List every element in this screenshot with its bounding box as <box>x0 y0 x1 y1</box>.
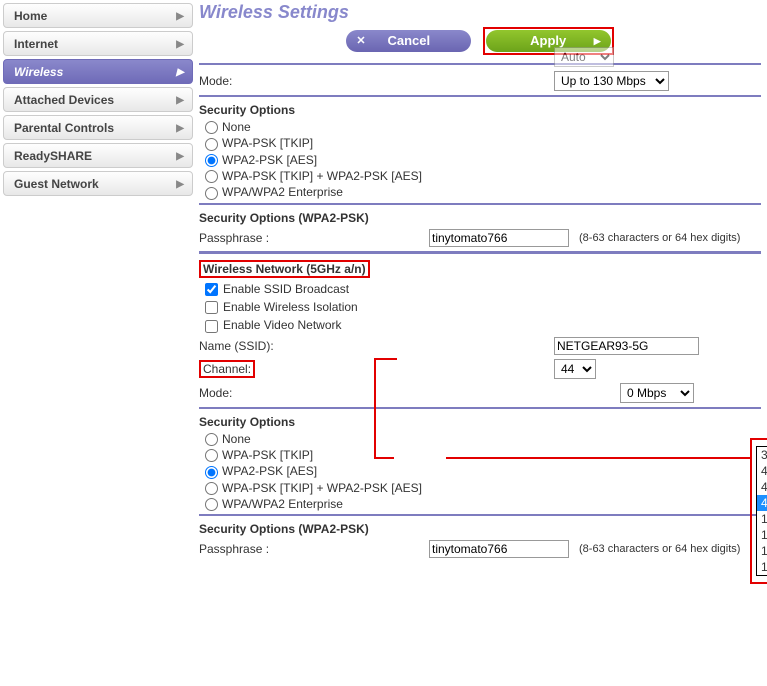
channel-option[interactable]: 40 <box>757 463 767 479</box>
pass-label-5: Passphrase : <box>199 542 429 556</box>
sec24-none-radio[interactable] <box>205 121 218 134</box>
chevron-right-icon: ▶ <box>176 88 184 113</box>
sec24-wpa2-aes-label: WPA2-PSK [AES] <box>222 153 317 167</box>
sec5-wpa-tkip-radio[interactable] <box>205 449 218 462</box>
sec5-mixed-radio[interactable] <box>205 482 218 495</box>
channel-label-5: Channel: <box>199 360 255 378</box>
sec5-wpa-tkip-label: WPA-PSK [TKIP] <box>222 448 313 462</box>
band5-heading: Wireless Network (5GHz a/n) <box>199 260 370 278</box>
divider <box>199 95 761 97</box>
ssid-broadcast-label: Enable SSID Broadcast <box>223 282 349 296</box>
nav-label: Attached Devices <box>14 93 114 107</box>
pass-hint-24: (8-63 characters or 64 hex digits) <box>579 232 740 244</box>
divider <box>199 514 761 516</box>
channel-select-24[interactable]: Auto <box>554 47 614 67</box>
nav-parental-controls[interactable]: Parental Controls ▶ <box>3 115 193 140</box>
divider <box>199 251 761 254</box>
sec24-wpa-tkip-radio[interactable] <box>205 138 218 151</box>
sidebar: Home ▶ Internet ▶ Wireless ▶ Attached Devic… <box>0 0 193 686</box>
pass-hint-5: (8-63 characters or 64 hex digits) <box>579 543 740 555</box>
wpa2-heading-24: Security Options (WPA2-PSK) <box>199 207 761 227</box>
sec5-none-label: None <box>222 432 251 446</box>
chevron-right-icon: ▶ <box>176 116 184 141</box>
isolation-cb[interactable] <box>205 301 218 314</box>
channel-option[interactable]: 161 <box>757 559 767 575</box>
nav-label: Internet <box>14 37 58 51</box>
nav-attached-devices[interactable]: Attached Devices ▶ <box>3 87 193 112</box>
channel-option[interactable]: 48 <box>757 495 767 511</box>
main-content: Wireless Settings ✕Cancel Apply▶ Auto Mo… <box>193 0 767 686</box>
nav-label: Wireless <box>14 65 63 79</box>
divider <box>199 407 761 409</box>
band5-heading-wrap: Wireless Network (5GHz a/n) <box>199 256 761 280</box>
ssid-broadcast-cb[interactable] <box>205 283 218 296</box>
nav-label: Home <box>14 9 47 23</box>
sec24-none-label: None <box>222 120 251 134</box>
wpa2-heading-5: Security Options (WPA2-PSK) <box>199 518 761 538</box>
nav-home[interactable]: Home ▶ <box>3 3 193 28</box>
security-heading-5: Security Options <box>199 411 761 431</box>
chevron-right-icon: ▶ <box>176 172 184 197</box>
security-heading-24: Security Options <box>199 99 761 119</box>
sec5-wpa2-aes-radio[interactable] <box>205 466 218 479</box>
video-network-label: Enable Video Network <box>223 318 342 332</box>
pass-label-24: Passphrase : <box>199 231 429 245</box>
nav-label: Parental Controls <box>14 121 114 135</box>
nav-wireless[interactable]: Wireless ▶ <box>3 59 193 84</box>
divider <box>199 203 761 205</box>
sec24-mixed-label: WPA-PSK [TKIP] + WPA2-PSK [AES] <box>222 169 422 183</box>
chevron-right-icon: ▶ <box>176 32 184 57</box>
channel-select-5[interactable]: 44 <box>554 359 596 379</box>
ssid-input[interactable] <box>554 337 699 355</box>
channel-option[interactable]: 157 <box>757 543 767 559</box>
sec5-none-radio[interactable] <box>205 433 218 446</box>
nav-label: Guest Network <box>14 177 99 191</box>
pass-input-5[interactable] <box>429 540 569 558</box>
channel-option[interactable]: 149 <box>757 511 767 527</box>
channel-option[interactable]: 36 <box>757 447 767 463</box>
mode-select-24[interactable]: Up to 130 Mbps <box>554 71 669 91</box>
sec24-mixed-radio[interactable] <box>205 170 218 183</box>
page-title: Wireless Settings <box>193 0 767 23</box>
mode-select-5[interactable]: 0 Mbps <box>620 383 694 403</box>
channel-option[interactable]: 153 <box>757 527 767 543</box>
ssid-label: Name (SSID): <box>199 339 554 353</box>
sec24-wpa-tkip-label: WPA-PSK [TKIP] <box>222 136 313 150</box>
pass-input-24[interactable] <box>429 229 569 247</box>
isolation-label: Enable Wireless Isolation <box>223 300 358 314</box>
sec5-enterprise-label: WPA/WPA2 Enterprise <box>222 497 343 511</box>
nav-internet[interactable]: Internet ▶ <box>3 31 193 56</box>
nav-label: ReadySHARE <box>14 149 92 163</box>
sec24-enterprise-label: WPA/WPA2 Enterprise <box>222 185 343 199</box>
nav-readyshare[interactable]: ReadySHARE ▶ <box>3 143 193 168</box>
chevron-right-icon: ▶ <box>176 144 184 169</box>
chevron-right-icon: ▶ <box>176 60 184 85</box>
sec5-enterprise-radio[interactable] <box>205 498 218 511</box>
sec24-wpa2-aes-radio[interactable] <box>205 154 218 167</box>
chevron-right-icon: ▶ <box>176 4 184 29</box>
nav-guest-network[interactable]: Guest Network ▶ <box>3 171 193 196</box>
video-network-cb[interactable] <box>205 320 218 333</box>
mode-label-5: Mode: <box>199 386 554 400</box>
sec24-enterprise-radio[interactable] <box>205 187 218 200</box>
sec5-wpa2-aes-label: WPA2-PSK [AES] <box>222 464 317 478</box>
sec5-mixed-label: WPA-PSK [TKIP] + WPA2-PSK [AES] <box>222 481 422 495</box>
mode-label-24: Mode: <box>199 74 554 88</box>
channel-dropdown-list[interactable]: 36 40 44 48 149 153 157 161 <box>756 446 767 576</box>
channel-option[interactable]: 44 <box>757 479 767 495</box>
